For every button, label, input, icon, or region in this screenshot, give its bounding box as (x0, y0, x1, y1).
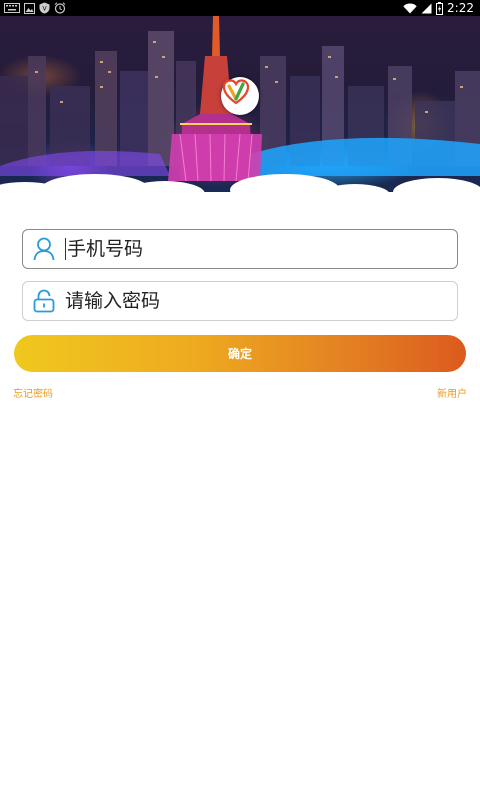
heart-v-logo-icon (222, 79, 250, 105)
alarm-icon (54, 2, 66, 14)
phone-field[interactable] (22, 229, 458, 269)
status-time: 2:22 (447, 1, 474, 15)
cell-signal-icon (421, 3, 432, 13)
battery-charging-icon (436, 1, 444, 15)
header-banner (0, 16, 480, 196)
password-input[interactable] (65, 283, 457, 319)
wifi-icon (403, 3, 417, 13)
image-icon (24, 2, 35, 14)
status-left-icons: V (4, 1, 66, 15)
app-logo (221, 77, 259, 115)
vpn-shield-icon: V (39, 2, 50, 14)
login-screen: V 2:22 手机号码 确定 忘记密码 新用户 (0, 0, 480, 800)
keyboard-icon (4, 3, 20, 13)
confirm-button[interactable]: 确定 (14, 335, 466, 372)
user-icon (23, 230, 65, 268)
phone-input[interactable] (67, 231, 457, 267)
status-right-icons: 2:22 (403, 0, 474, 16)
lock-icon (23, 282, 65, 320)
text-cursor (65, 238, 66, 260)
password-field[interactable] (22, 281, 458, 321)
status-bar: V 2:22 (0, 0, 480, 16)
new-user-link[interactable]: 新用户 (437, 385, 467, 400)
forgot-password-link[interactable]: 忘记密码 (13, 385, 53, 400)
